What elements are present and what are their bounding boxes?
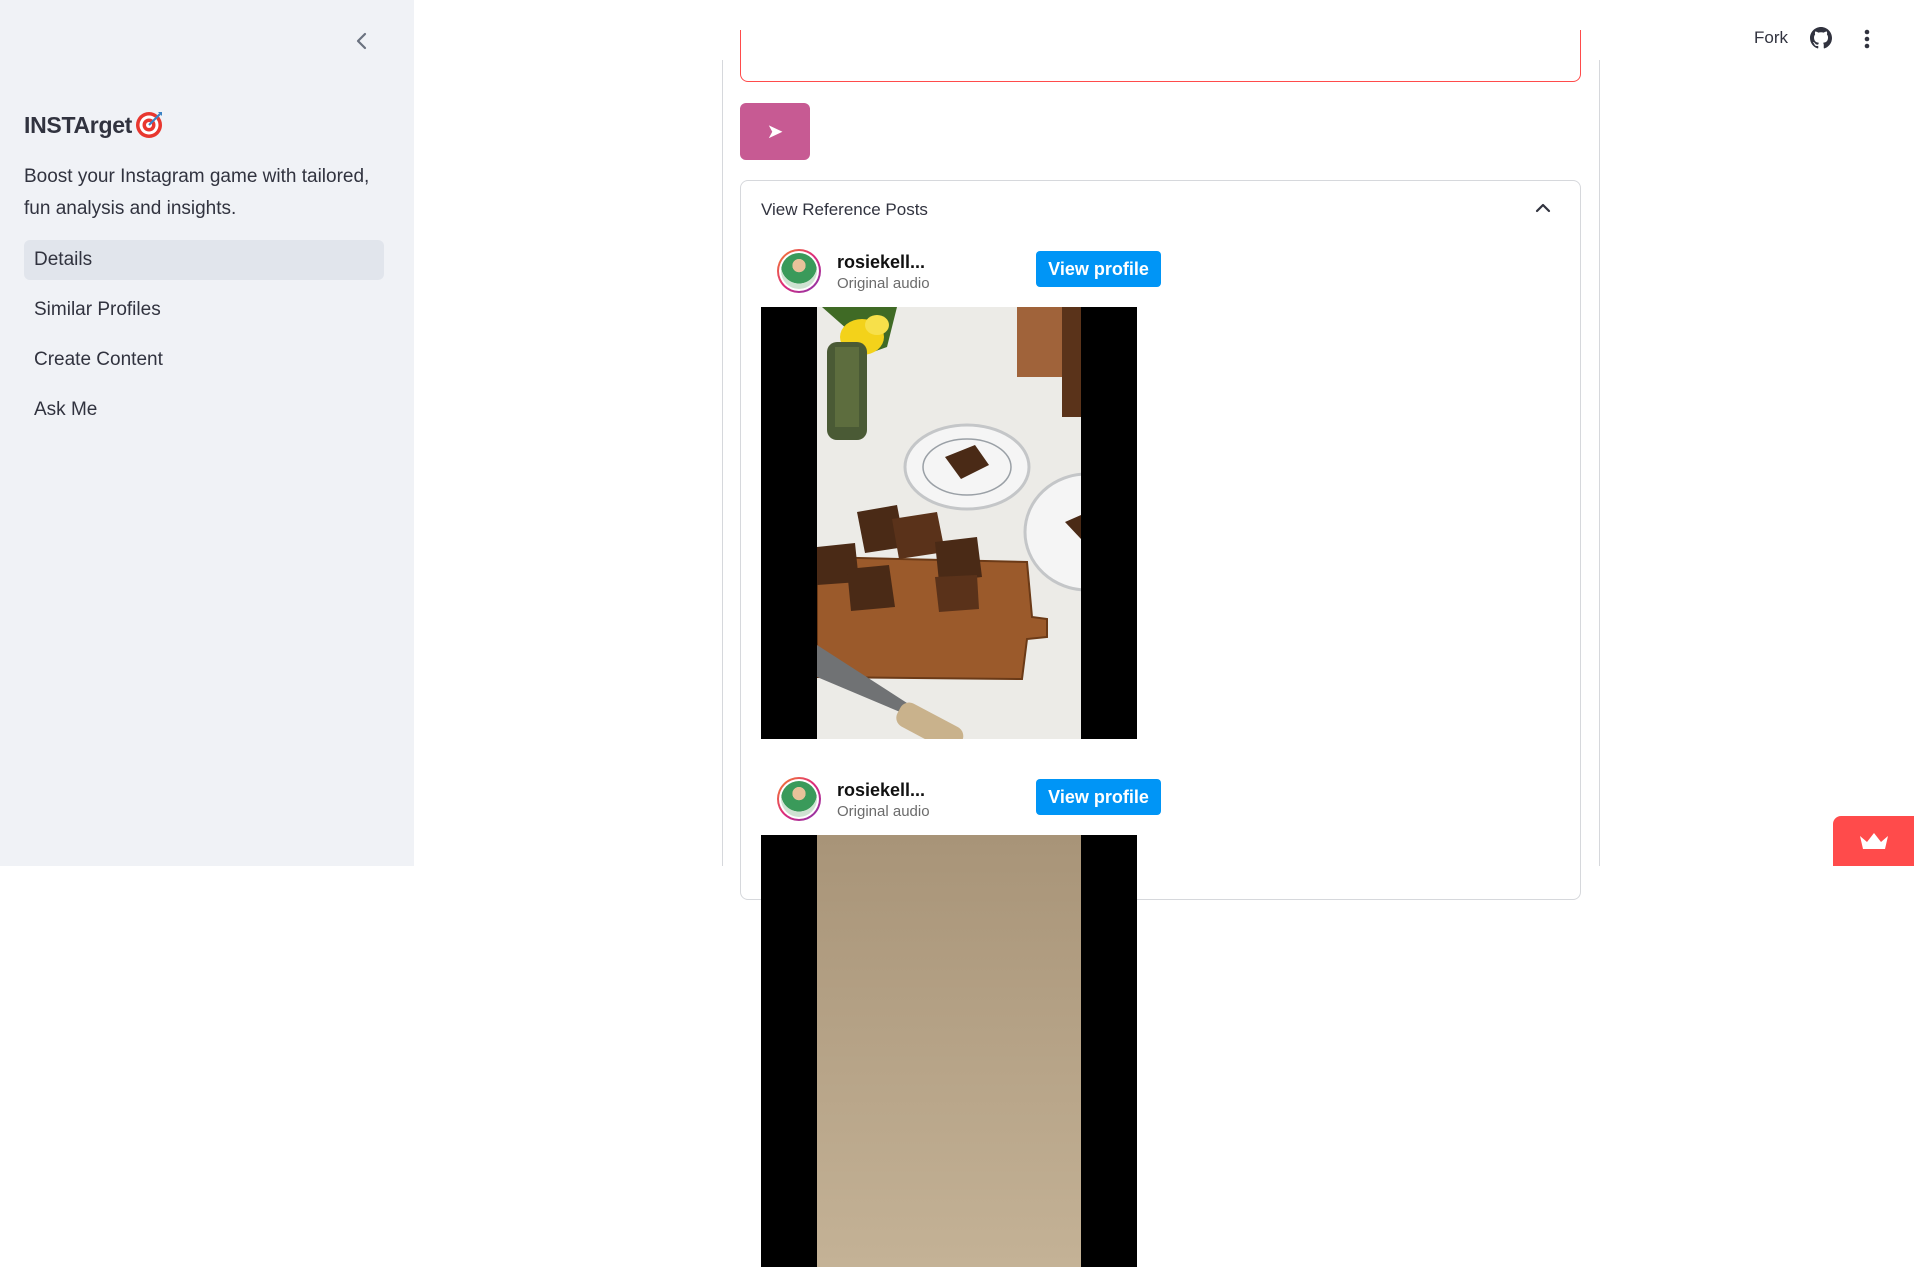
target-icon [136,112,163,138]
sidebar-item-ask-me[interactable]: Ask Me [24,390,384,430]
sidebar-item-create-content[interactable]: Create Content [24,340,384,380]
collapse-sidebar-button[interactable] [349,28,375,54]
sidebar-item-similar-profiles[interactable]: Similar Profiles [24,290,384,330]
post-header: rosiekell... Original audio View profile [777,249,1177,301]
crown-icon [1859,833,1888,849]
main-container-left-border [722,60,723,866]
expander-label[interactable]: View Reference Posts [761,200,928,220]
post-media[interactable] [761,835,1137,1267]
app-description: Boost your Instagram game with tailored,… [24,166,370,219]
post-audio: Original audio [837,803,930,820]
post-media[interactable] [761,307,1137,739]
sidebar-item-label: Ask Me [34,399,98,420]
sidebar-item-label: Similar Profiles [34,299,161,320]
reference-posts-expander: View Reference Posts rosiekell... Origin… [740,180,1581,1267]
avatar[interactable] [777,777,821,821]
view-profile-button[interactable]: View profile [1036,251,1161,287]
post-username[interactable]: rosiekell... [837,252,925,273]
view-profile-button[interactable]: View profile [1036,779,1161,815]
post-header: rosiekell... Original audio View profile [777,777,1177,829]
sidebar: INSTArget Boost your Instagram game with… [0,0,414,866]
post-username[interactable]: rosiekell... [837,780,925,801]
sidebar-item-label: Details [34,249,93,270]
more-vertical-icon[interactable] [1856,27,1878,51]
fork-link[interactable]: Fork [1754,28,1788,48]
post-photo [817,835,1081,1267]
send-icon: ➤ [766,121,784,143]
sidebar-item-label: Create Content [34,349,163,370]
query-input[interactable] [740,30,1581,82]
github-icon[interactable] [1810,27,1832,49]
post-photo [817,307,1081,739]
sidebar-nav: Details Similar Profiles Create Content … [24,240,384,440]
sidebar-item-details[interactable]: Details [24,240,384,280]
main-container-right-border [1599,60,1600,866]
post-audio: Original audio [837,275,930,292]
app-title-text: INSTArget [24,111,133,138]
app-title: INSTArget [24,110,164,140]
send-button[interactable]: ➤ [740,103,810,160]
streamlit-badge[interactable] [1833,816,1914,866]
chevron-up-icon[interactable] [1534,201,1552,215]
avatar[interactable] [777,249,821,293]
chevron-left-icon [356,32,367,50]
